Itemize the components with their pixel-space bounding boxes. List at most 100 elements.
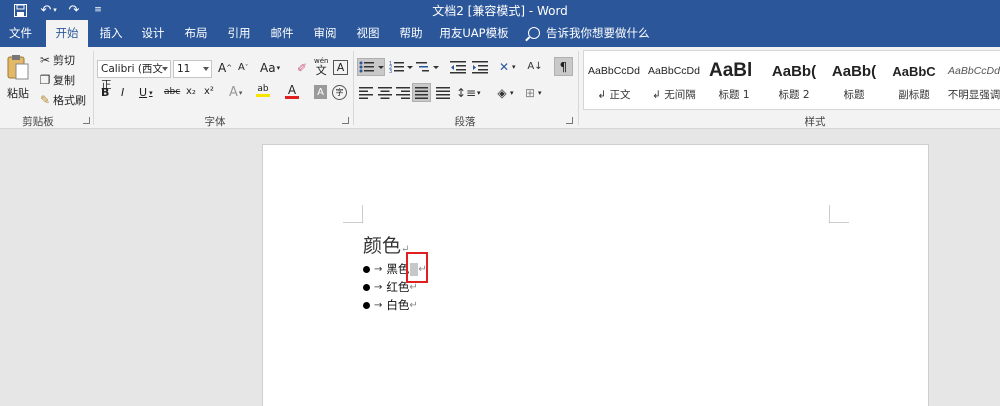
underline-button[interactable]: U ▾ — [139, 86, 153, 99]
align-right-button[interactable] — [396, 87, 410, 99]
numbered-list-icon: 1 2 3 — [389, 61, 413, 74]
line-spacing-button[interactable]: ↕≡ ▾ — [455, 85, 481, 101]
chevron-down-icon — [203, 67, 209, 71]
style-subtle-emphasis[interactable]: AaBbCcDd 不明显强调 — [944, 51, 1000, 109]
document-page[interactable]: 颜色↵ → 黑色 ↵ → 红色 ↵ → 白色 ↵ — [262, 144, 929, 406]
align-right-icon — [396, 87, 410, 99]
strikethrough-button[interactable]: abc — [164, 87, 180, 97]
distributed-icon — [436, 87, 450, 99]
bold-icon: B — [101, 86, 110, 99]
style-no-spacing[interactable]: AaBbCcDd ↲ 无间隔 — [644, 51, 704, 109]
tab-layout[interactable]: 布局 — [177, 20, 215, 47]
font-name-value: Calibri (西文正 — [101, 63, 163, 91]
list-item: → 白色 ↵ — [363, 297, 418, 313]
tab-insert[interactable]: 插入 — [92, 20, 130, 47]
align-left-button[interactable] — [359, 87, 373, 99]
list-item-text: 白色 — [386, 298, 410, 312]
enclose-characters-button[interactable]: 字 — [332, 85, 347, 100]
style-sample: AaBbCcDd — [948, 65, 1000, 77]
grow-font-button[interactable]: A ^ — [218, 61, 232, 75]
borders-button[interactable]: ⊞ ▾ — [522, 85, 542, 101]
superscript-button[interactable]: x² — [204, 86, 214, 97]
font-size-combo[interactable]: 11 — [173, 60, 212, 78]
tab-mark: → — [374, 281, 383, 293]
style-subtitle[interactable]: AaBbC 副标题 — [884, 51, 944, 109]
phonetic-guide-button[interactable]: wén 文 — [314, 58, 328, 77]
align-center-button[interactable] — [378, 87, 392, 99]
style-heading-1[interactable]: AaBl 标题 1 — [704, 51, 764, 109]
chevron-down-icon — [162, 67, 168, 71]
tab-file[interactable]: 文件 — [0, 20, 41, 47]
style-sample: AaBb( — [771, 62, 817, 80]
font-group-label: 字体 — [204, 116, 226, 128]
sort-button[interactable]: A↓ — [527, 58, 543, 74]
document-heading: 颜色↵ — [363, 231, 409, 258]
shrink-font-icon: A — [238, 62, 245, 73]
clipboard-launcher-icon[interactable] — [83, 117, 90, 124]
font-launcher-icon[interactable] — [342, 117, 349, 124]
crop-mark — [829, 205, 849, 223]
bullets-button[interactable] — [357, 58, 385, 76]
chinese-layout-button[interactable]: ✕ ▾ — [496, 59, 516, 75]
tab-view[interactable]: 视图 — [349, 20, 387, 47]
cut-button[interactable]: ✂ 剪切 — [37, 52, 75, 68]
shrink-font-button[interactable]: Aˇ — [238, 62, 248, 73]
paste-label: 粘贴 — [7, 87, 29, 100]
tell-me-box[interactable]: 告诉我你想要做什么 — [528, 20, 650, 47]
numbering-button[interactable]: 1 2 3 — [389, 60, 413, 74]
highlight-button[interactable]: ab — [256, 84, 270, 97]
tab-references[interactable]: 引用 — [220, 20, 258, 47]
sort-icon: A↓ — [527, 60, 543, 72]
character-border-button[interactable]: A — [333, 60, 348, 75]
tab-home[interactable]: 开始 — [46, 20, 88, 47]
paragraph-mark: ↵ — [409, 281, 418, 293]
tab-review[interactable]: 审阅 — [306, 20, 344, 47]
grow-font-icon: A — [218, 61, 227, 75]
tab-help[interactable]: 帮助 — [392, 20, 430, 47]
chinese-layout-icon: ✕ — [498, 60, 510, 74]
text-effects-button[interactable]: A ▾ — [229, 85, 242, 100]
increase-indent-button[interactable] — [472, 60, 488, 74]
paste-button[interactable]: 粘贴 — [4, 53, 32, 111]
clear-formatting-button[interactable]: ✐ — [294, 60, 310, 76]
font-color-button[interactable]: A — [285, 84, 299, 99]
style-name: 标题 2 — [778, 89, 810, 101]
subscript-button[interactable]: x₂ — [186, 86, 196, 97]
shading-button[interactable]: ◈ ▾ — [494, 85, 513, 101]
ribbon: 粘贴 ✂ 剪切 ❐ 复制 ✎ 格式刷 剪贴板 Calibri (西文正 11 A ^ A… — [0, 47, 1000, 129]
font-name-combo[interactable]: Calibri (西文正 — [97, 60, 171, 91]
tab-mailings[interactable]: 邮件 — [263, 20, 301, 47]
style-normal[interactable]: AaBbCcDd ↲ 正文 — [584, 51, 644, 109]
style-title[interactable]: AaBb( 标题 — [824, 51, 884, 109]
format-painter-button[interactable]: ✎ 格式刷 — [37, 92, 86, 108]
change-case-button[interactable]: Aa ▾ — [260, 61, 280, 75]
svg-text:3: 3 — [389, 69, 392, 74]
show-marks-button[interactable]: ¶ — [554, 57, 573, 76]
increase-indent-icon — [472, 61, 488, 74]
paragraph-launcher-icon[interactable] — [566, 117, 573, 124]
multilevel-list-button[interactable] — [416, 60, 440, 74]
decrease-indent-button[interactable] — [450, 60, 466, 74]
align-center-icon — [378, 87, 392, 99]
style-sample: AaBbCcDd — [588, 65, 640, 77]
bullet-icon — [363, 301, 370, 309]
style-heading-2[interactable]: AaBb( 标题 2 — [764, 51, 824, 109]
underline-icon: U — [139, 86, 148, 99]
character-shading-icon: A — [317, 86, 324, 98]
decrease-indent-icon — [450, 61, 466, 74]
tab-uap-template[interactable]: 用友UAP模板 — [437, 20, 511, 47]
line-spacing-icon: ↕≡ — [455, 86, 477, 100]
distributed-button[interactable] — [436, 87, 450, 99]
justify-button[interactable] — [412, 83, 431, 102]
tab-design[interactable]: 设计 — [134, 20, 172, 47]
bold-button[interactable]: B — [101, 86, 109, 99]
paintbrush-icon: ✎ — [39, 93, 51, 107]
borders-icon: ⊞ — [524, 86, 536, 100]
search-icon — [528, 27, 540, 39]
copy-button[interactable]: ❐ 复制 — [37, 72, 75, 88]
bullet-icon — [363, 283, 370, 291]
italic-button[interactable]: I — [121, 86, 124, 99]
character-shading-button[interactable]: A — [314, 85, 327, 99]
eraser-icon: ✐ — [296, 61, 308, 75]
copy-label: 复制 — [53, 74, 75, 87]
